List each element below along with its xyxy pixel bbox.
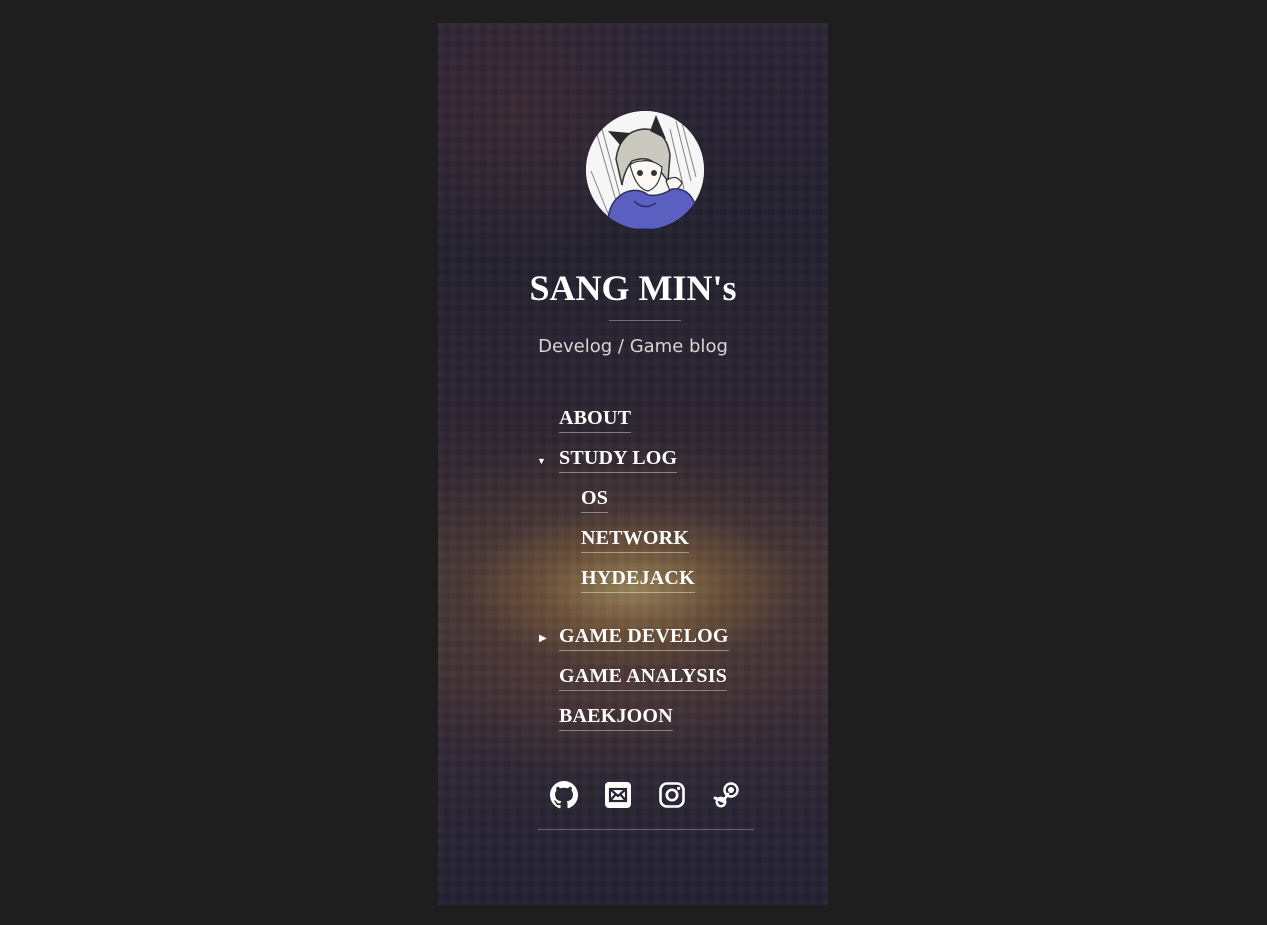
footer-divider	[538, 829, 754, 830]
nav-item-study-log-label: STUDY LOG	[559, 445, 678, 473]
github-icon[interactable]	[550, 781, 578, 809]
nav-subitem-network-label: NETWORK	[581, 525, 690, 553]
nav-item-game-develog[interactable]: GAME DEVELOG	[559, 623, 729, 651]
expand-caret-study-log[interactable]: ▼	[537, 456, 546, 467]
nav-item-study-log[interactable]: STUDY LOG	[559, 445, 678, 473]
nav-item-baekjoon[interactable]: BAEKJOON	[559, 703, 673, 731]
nav-item-game-analysis[interactable]: GAME ANALYSIS	[559, 663, 728, 691]
nav-subitem-hydejack[interactable]: HYDEJACK	[581, 565, 695, 593]
nav-item-game-develog-label: GAME DEVELOG	[559, 623, 729, 651]
instagram-icon[interactable]	[658, 781, 686, 809]
sidebar-nav: ABOUT ▼ STUDY LOG OS NETWORK HYDEJACK ▶ …	[438, 23, 828, 905]
email-icon[interactable]	[604, 781, 632, 809]
steam-icon[interactable]	[712, 781, 740, 809]
nav-item-about[interactable]: ABOUT	[559, 405, 632, 433]
sidebar: SANG MIN's Develog / Game blog ABOUT ▼ S…	[438, 23, 828, 905]
nav-subitem-os-label: OS	[581, 485, 609, 513]
nav-subitem-network[interactable]: NETWORK	[581, 525, 690, 553]
nav-item-game-analysis-label: GAME ANALYSIS	[559, 663, 728, 691]
nav-subitem-hydejack-label: HYDEJACK	[581, 565, 695, 593]
nav-item-baekjoon-label: BAEKJOON	[559, 703, 673, 731]
nav-subitem-os[interactable]: OS	[581, 485, 609, 513]
nav-item-about-label: ABOUT	[559, 405, 632, 433]
expand-caret-game-develog[interactable]: ▶	[539, 633, 547, 644]
